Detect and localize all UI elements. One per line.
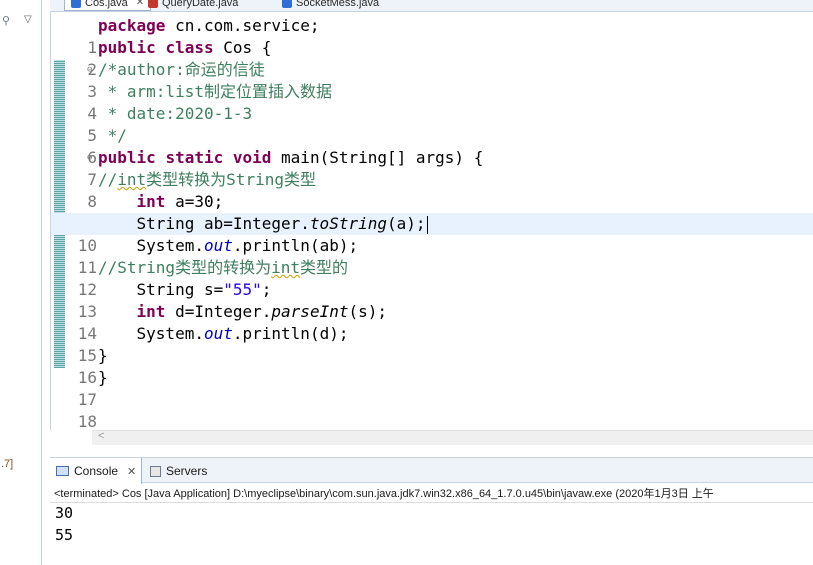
close-icon[interactable]: ✕: [136, 0, 144, 8]
keyword: public: [98, 148, 156, 167]
code-text: ;: [261, 280, 272, 299]
tab-label: QueryDate.java: [162, 0, 239, 9]
text-caret: [426, 215, 428, 234]
keyword: int: [136, 192, 166, 211]
keyword: int: [136, 302, 166, 321]
keyword: public: [98, 38, 156, 57]
code-line-12: 12 //String类型的转换为int类型的: [51, 257, 813, 299]
tab-label: Console: [74, 464, 119, 478]
keyword: class: [165, 38, 214, 57]
code-line-13: 13 String s="55";: [51, 279, 813, 321]
close-icon[interactable]: ✕: [127, 465, 136, 478]
method-name: toString: [309, 214, 387, 233]
code-line-10-current: 10 String ab=Integer.toString(a);: [51, 213, 813, 255]
tab-querydate-java[interactable]: QueryDate.java: [148, 0, 238, 11]
java-file-icon: [71, 0, 81, 8]
console-output-line: 55: [55, 526, 74, 544]
servers-icon: [150, 465, 161, 477]
string-literal: "55": [223, 280, 262, 299]
comment-text: 类型的: [299, 258, 348, 277]
code-line-5: 5 * date:2020-1-3: [51, 103, 813, 145]
java-file-icon: [282, 0, 292, 8]
code-text: .println(d);: [232, 324, 349, 343]
fold-toggle-icon[interactable]: ⊖: [87, 147, 92, 169]
code-text: a=30;: [165, 192, 224, 211]
code-line-4: 4 * arm:list制定位置插入数据: [51, 81, 813, 123]
code-line-1: 1 package cn.com.service;: [51, 15, 813, 57]
spelling-warning-text: int: [271, 258, 300, 277]
static-field: out: [203, 236, 233, 255]
code-text: cn.com.service;: [165, 16, 320, 35]
code-line-3: 3 ⊖ /*author:命运的信徒: [51, 59, 813, 101]
code-text: String s=: [136, 280, 224, 299]
code-line-2: 2 public class Cos {: [51, 37, 813, 79]
code-text: }: [98, 346, 108, 365]
code-line-17: 17 }: [51, 367, 813, 409]
explorer-fragment-text: .7]: [1, 458, 14, 470]
console-process-info: <terminated> Cos [Java Application] D:\m…: [54, 488, 714, 500]
static-field: out: [203, 324, 233, 343]
fold-toggle-icon[interactable]: ⊖: [87, 59, 92, 81]
code-line-16: 16 }: [51, 345, 813, 387]
code-text: (a);: [386, 214, 426, 233]
code-text: (s);: [348, 302, 387, 321]
spelling-warning-text: int: [117, 170, 147, 189]
console-output-area[interactable]: 30 55: [50, 502, 813, 565]
console-icon: [56, 466, 69, 476]
comment-text: * arm:list制定位置插入数据: [98, 82, 332, 101]
editor-tab-bar: Cos.java ✕ QueryDate.java SocketMess.jav…: [50, 0, 813, 12]
scroll-left-icon[interactable]: <: [98, 430, 104, 442]
code-lines: 1 package cn.com.service; 2 public class…: [51, 15, 813, 431]
code-editor[interactable]: 1 package cn.com.service; 2 public class…: [50, 12, 813, 431]
code-line-8: 8 //int类型转换为String类型: [51, 169, 813, 211]
keyword: package: [98, 16, 166, 35]
comment-text: //String类型的转换为: [98, 258, 272, 277]
tab-label: Servers: [166, 464, 208, 478]
tab-cos-java[interactable]: Cos.java ✕: [64, 0, 152, 11]
comment-text: */: [98, 126, 127, 145]
code-text: String ab=Integer.: [136, 214, 310, 233]
code-text: Cos {: [213, 38, 272, 57]
code-text: main(String[] args) {: [271, 148, 484, 167]
package-explorer-panel: ⚲ ▽ .7]: [0, 0, 42, 565]
link-editor-icon[interactable]: ⚲: [2, 14, 10, 27]
method-name: parseInt: [271, 302, 349, 321]
code-line-7: 7 ⊖ public static void main(String[] arg…: [51, 147, 813, 189]
view-menu-chevron-icon[interactable]: ▽: [24, 14, 32, 25]
tab-console[interactable]: Console ✕: [50, 458, 142, 484]
code-text: }: [98, 368, 108, 387]
code-text: d=Integer.: [165, 302, 272, 321]
tab-label: Cos.java: [85, 0, 128, 9]
code-text: System.: [136, 236, 204, 255]
console-output-line: 30: [55, 504, 74, 522]
code-line-9: 9 int a=30;: [51, 191, 813, 233]
java-file-error-icon: [148, 0, 158, 8]
code-line-11: 11 System.out.println(ab);: [51, 235, 813, 277]
code-text: .println(ab);: [232, 236, 359, 255]
code-text: System.: [136, 324, 204, 343]
keyword: static: [165, 148, 224, 167]
comment-text: 类型转换为String类型: [146, 170, 316, 189]
code-line-14: 14 int d=Integer.parseInt(s);: [51, 301, 813, 343]
code-line-6: 6 */: [51, 125, 813, 167]
keyword: void: [232, 148, 272, 167]
comment-text: //: [98, 170, 118, 189]
tab-servers[interactable]: Servers: [148, 458, 207, 484]
editor-horizontal-scrollbar[interactable]: <: [92, 430, 813, 445]
bottom-view-tab-bar: Console ✕ Servers: [50, 457, 813, 484]
code-line-18: 18: [51, 389, 813, 431]
tab-socketmess-java[interactable]: SocketMess.java: [282, 0, 379, 11]
comment-text: /*author:命运的信徒: [98, 60, 265, 79]
code-line-15: 15 System.out.println(d);: [51, 323, 813, 365]
tab-label: SocketMess.java: [296, 0, 380, 9]
comment-text: * date:2020-1-3: [98, 104, 253, 123]
